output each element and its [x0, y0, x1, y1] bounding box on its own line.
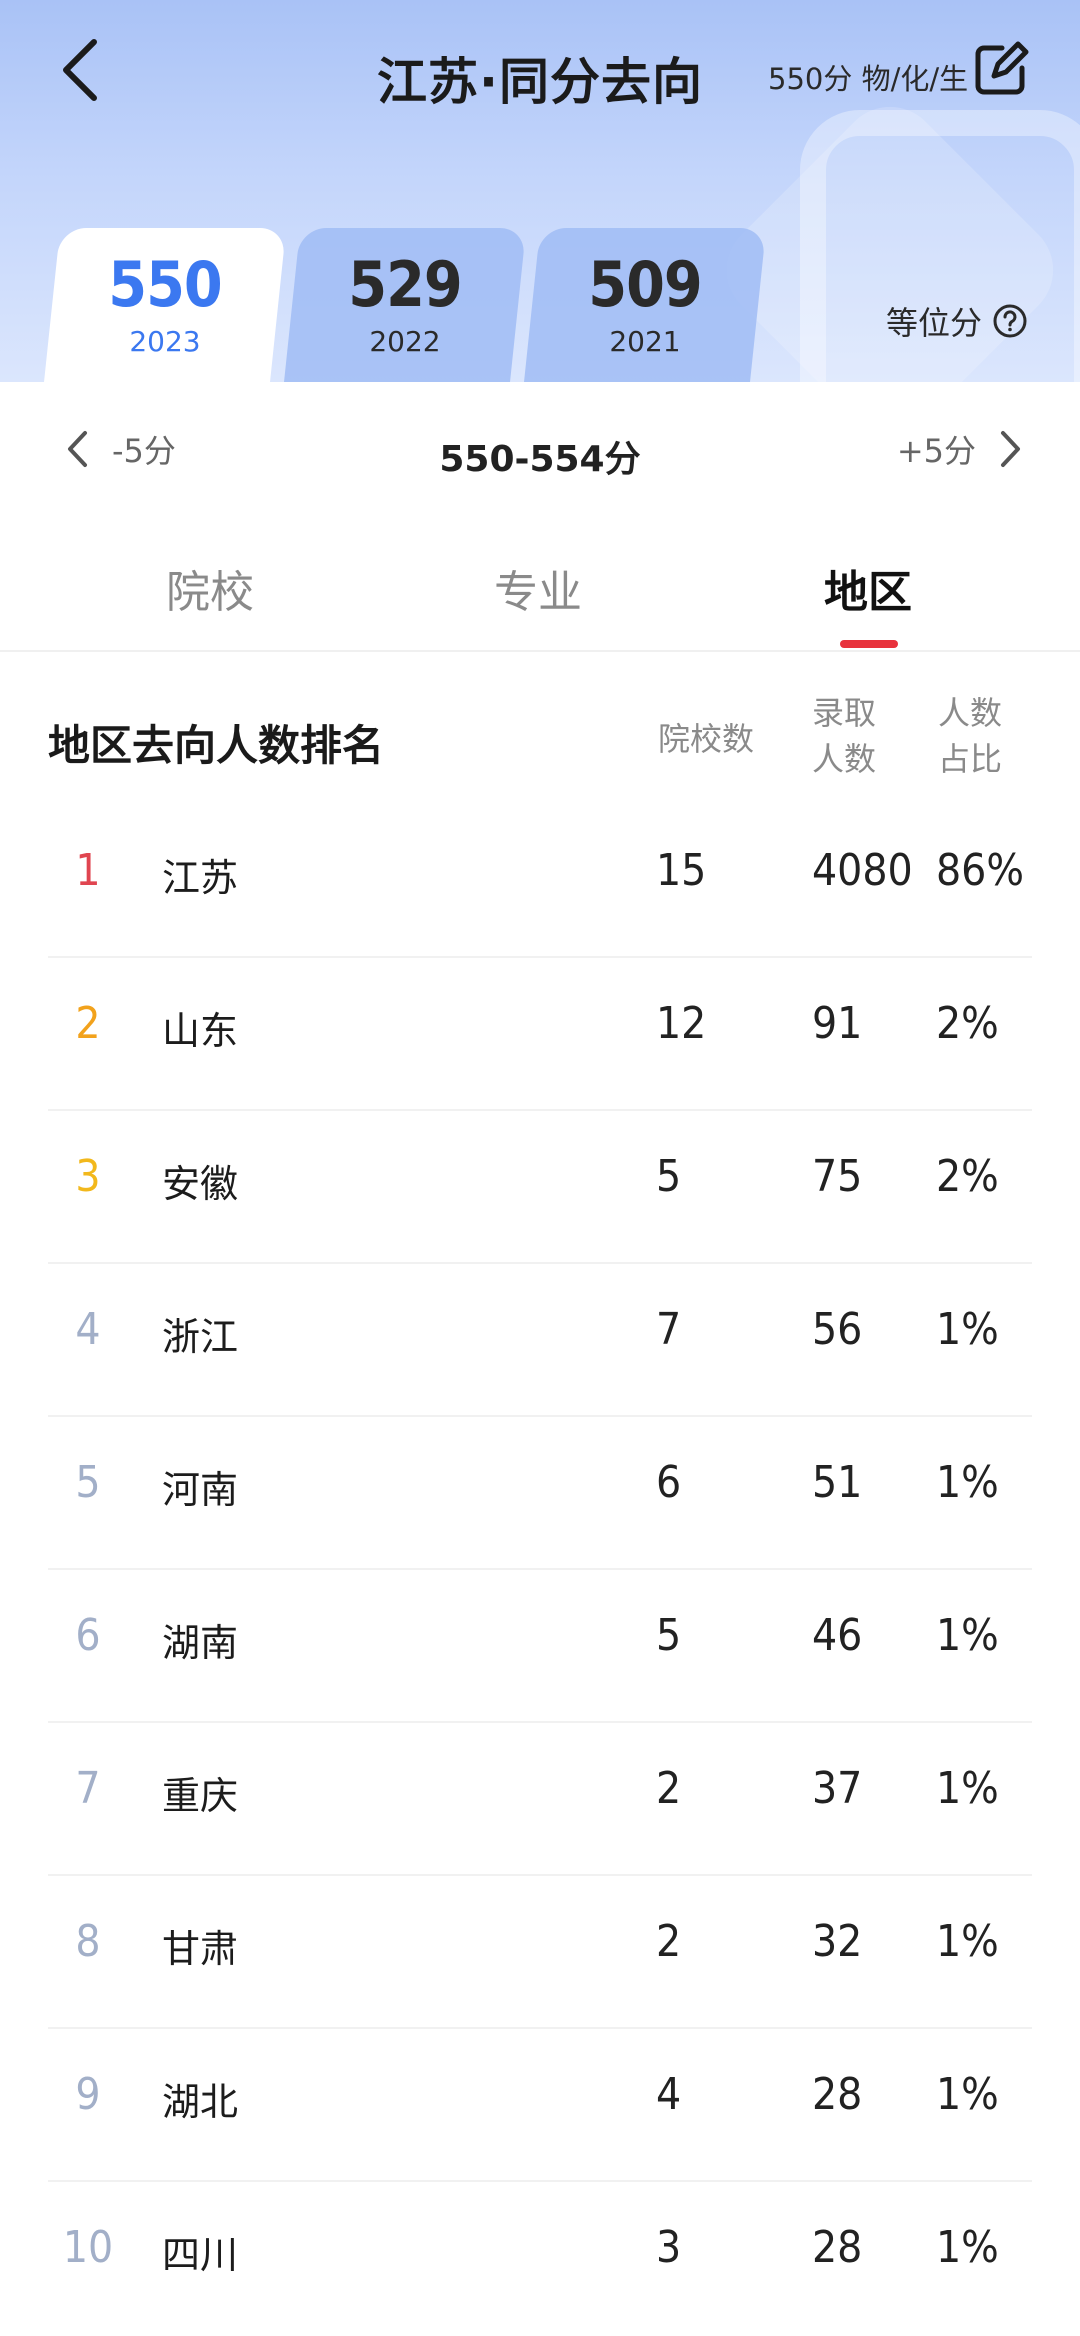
equal-score-label: 等位分 — [886, 304, 983, 342]
ratio: 1% — [936, 2222, 999, 2273]
school-count: 12 — [656, 998, 707, 1049]
table-row[interactable]: 4 浙江 7 56 1% — [0, 1264, 1080, 1417]
ratio: 2% — [936, 1151, 999, 1202]
rank-number: 5 — [75, 1457, 101, 1508]
year-tab-year: 2021 — [609, 325, 681, 358]
table-row[interactable]: 5 河南 6 51 1% — [0, 1417, 1080, 1570]
school-count: 2 — [656, 1916, 682, 1967]
admit-count: 46 — [812, 1610, 863, 1661]
year-tab-year: 2023 — [129, 325, 201, 358]
table-row[interactable]: 1 江苏 15 4080 86% — [0, 805, 1080, 958]
column-header-ratio-line2: 占比 — [938, 740, 1003, 778]
year-tab-score: 550 — [108, 248, 222, 321]
active-tab-indicator — [840, 640, 898, 648]
ratio: 1% — [936, 1763, 999, 1814]
rank-number: 6 — [75, 1610, 101, 1661]
rank-number: 1 — [75, 845, 101, 896]
rank-number: 4 — [75, 1304, 101, 1355]
admit-count: 56 — [812, 1304, 863, 1355]
tab-majors[interactable]: 专业 — [494, 556, 582, 620]
question-circle-icon — [993, 304, 1027, 338]
region-name: 湖南 — [162, 1621, 239, 1665]
column-header-admit-line1: 录取 — [812, 694, 877, 732]
rank-number: 7 — [75, 1763, 101, 1814]
school-count: 3 — [656, 2222, 682, 2273]
ratio: 1% — [936, 1916, 999, 1967]
year-tab-score: 529 — [348, 248, 462, 321]
year-tab-2021[interactable]: 509 2021 — [523, 228, 767, 382]
school-count: 2 — [656, 1763, 682, 1814]
school-count: 4 — [656, 2069, 682, 2120]
admit-count: 91 — [812, 998, 863, 1049]
column-header-admit: 录取 人数 — [812, 690, 902, 782]
region-name: 浙江 — [162, 1315, 239, 1359]
table-row[interactable]: 8 甘肃 2 32 1% — [0, 1876, 1080, 2029]
table-row[interactable]: 7 重庆 2 37 1% — [0, 1723, 1080, 1876]
admit-count: 37 — [812, 1763, 863, 1814]
range-next-button[interactable]: +5分 — [897, 426, 1022, 472]
region-name: 河南 — [162, 1468, 239, 1512]
ratio: 86% — [936, 845, 1024, 896]
score-info: 550分 物/化/生 — [768, 62, 969, 96]
edit-icon — [975, 41, 1029, 95]
admit-count: 51 — [812, 1457, 863, 1508]
ratio: 1% — [936, 1610, 999, 1661]
ratio: 2% — [936, 998, 999, 1049]
score-range-row: -5分 550-554分 +5分 — [0, 410, 1080, 490]
column-header-ratio: 人数 占比 — [938, 690, 1028, 782]
rank-number: 9 — [75, 2069, 101, 2120]
tab-regions[interactable]: 地区 — [824, 556, 912, 620]
school-count: 6 — [656, 1457, 682, 1508]
table-row[interactable]: 10 四川 3 28 1% — [0, 2182, 1080, 2335]
rank-number: 3 — [75, 1151, 101, 1202]
school-count: 7 — [656, 1304, 682, 1355]
year-tab-2022[interactable]: 529 2022 — [283, 228, 527, 382]
column-header-admit-line2: 人数 — [812, 740, 877, 778]
year-tab-2023[interactable]: 550 2023 — [43, 228, 287, 382]
edit-button[interactable] — [972, 40, 1036, 104]
table-header: 地区去向人数排名 院校数 录取 人数 人数 占比 — [0, 690, 1080, 800]
rank-number: 2 — [75, 998, 101, 1049]
school-count: 5 — [656, 1610, 682, 1661]
admit-count: 28 — [812, 2222, 863, 2273]
ratio: 1% — [936, 1457, 999, 1508]
rank-number: 10 — [62, 2222, 114, 2273]
header: 江苏·同分去向 550分 物/化/生 550 2023 529 2022 509… — [0, 0, 1080, 382]
region-name: 四川 — [162, 2233, 239, 2277]
school-count: 5 — [656, 1151, 682, 1202]
school-count: 15 — [656, 845, 707, 896]
rank-number: 8 — [75, 1916, 101, 1967]
column-header-schools: 院校数 — [658, 720, 755, 758]
admit-count: 28 — [812, 2069, 863, 2120]
ratio: 1% — [936, 2069, 999, 2120]
region-name: 重庆 — [162, 1774, 239, 1818]
chevron-right-icon — [1001, 431, 1020, 467]
region-name: 湖北 — [162, 2080, 239, 2124]
range-next-label: +5分 — [896, 432, 976, 470]
year-tab-year: 2022 — [369, 325, 441, 358]
year-tab-score: 509 — [588, 248, 702, 321]
table-row[interactable]: 2 山东 12 91 2% — [0, 958, 1080, 1111]
table-row[interactable]: 6 湖南 5 46 1% — [0, 1570, 1080, 1723]
admit-count: 4080 — [812, 845, 913, 896]
admit-count: 32 — [812, 1916, 863, 1967]
tab-schools[interactable]: 院校 — [166, 556, 254, 620]
ratio: 1% — [936, 1304, 999, 1355]
column-header-ratio-line1: 人数 — [938, 694, 1003, 732]
category-tabs: 院校 专业 地区 — [0, 548, 1080, 652]
table-row[interactable]: 3 安徽 5 75 2% — [0, 1111, 1080, 1264]
equal-score-button[interactable]: 等位分 — [886, 298, 1028, 344]
region-name: 山东 — [162, 1009, 239, 1053]
region-name: 江苏 — [162, 856, 239, 900]
region-ranking-list: 1 江苏 15 4080 86% 2 山东 12 91 2% 3 安徽 5 75… — [0, 805, 1080, 2335]
region-name: 甘肃 — [162, 1927, 239, 1971]
admit-count: 75 — [812, 1151, 863, 1202]
table-row[interactable]: 9 湖北 4 28 1% — [0, 2029, 1080, 2182]
region-name: 安徽 — [162, 1162, 239, 1206]
table-title: 地区去向人数排名 — [48, 721, 385, 770]
